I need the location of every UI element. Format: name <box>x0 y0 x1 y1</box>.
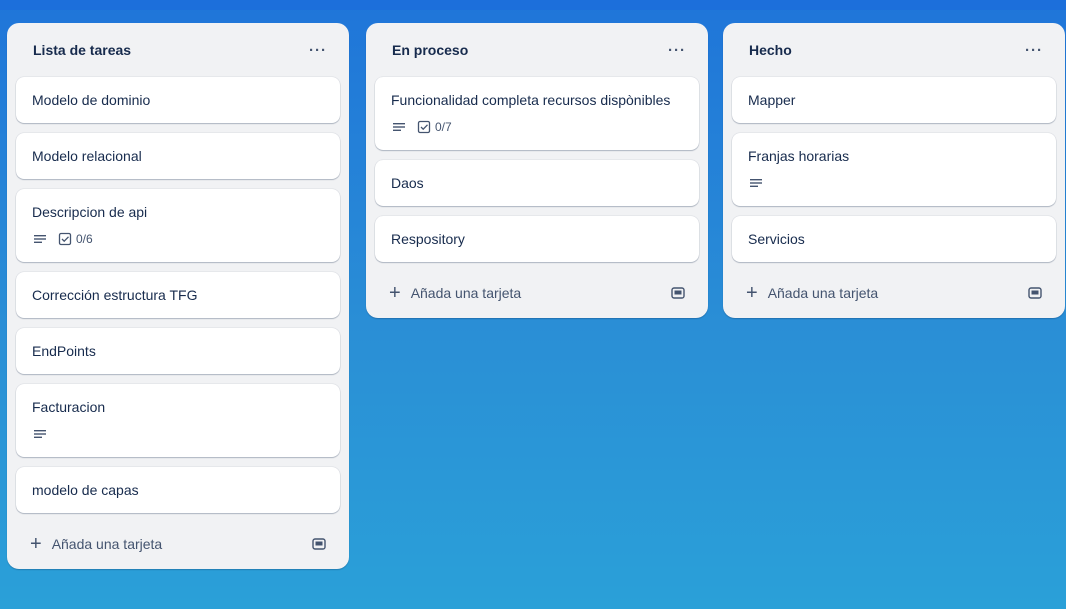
add-card-button[interactable]: + Añada una tarjeta <box>30 534 162 554</box>
template-icon[interactable] <box>308 533 330 555</box>
list-header: Hecho ··· <box>732 23 1056 77</box>
card-title: Corrección estructura TFG <box>32 287 198 303</box>
card[interactable]: Descripcion de api 0/6 <box>16 189 340 262</box>
list-title[interactable]: En proceso <box>392 42 468 58</box>
description-icon <box>748 175 764 191</box>
card[interactable]: Funcionalidad completa recursos dispònib… <box>375 77 699 150</box>
list-title[interactable]: Hecho <box>749 42 792 58</box>
list-menu-button[interactable]: ··· <box>663 36 691 64</box>
card[interactable]: Servicios <box>732 216 1056 262</box>
card[interactable]: Respository <box>375 216 699 262</box>
card-title: Respository <box>391 231 465 247</box>
list-hecho: Hecho ··· Mapper Franjas horarias Servic… <box>723 23 1065 318</box>
template-icon[interactable] <box>1024 282 1046 304</box>
add-card-label: Añada una tarjeta <box>767 285 879 301</box>
plus-icon: + <box>30 533 42 555</box>
checklist-badge: 0/6 <box>58 232 93 246</box>
list-lista-de-tareas: Lista de tareas ··· Modelo de dominio Mo… <box>7 23 349 569</box>
card-title: Mapper <box>748 92 796 108</box>
card[interactable]: Corrección estructura TFG <box>16 272 340 318</box>
plus-icon: + <box>389 282 401 304</box>
card-title: Funcionalidad completa recursos dispònib… <box>391 92 671 108</box>
list-menu-button[interactable]: ··· <box>304 36 332 64</box>
add-card-label: Añada una tarjeta <box>51 536 163 552</box>
card-title: Servicios <box>748 231 805 247</box>
checklist-badge: 0/7 <box>417 120 452 134</box>
card-title: modelo de capas <box>32 482 139 498</box>
list-header: Lista de tareas ··· <box>16 23 340 77</box>
description-icon <box>32 426 48 442</box>
list-footer: + Añada una tarjeta <box>375 268 699 318</box>
list-menu-button[interactable]: ··· <box>1020 36 1048 64</box>
card[interactable]: Daos <box>375 160 699 206</box>
checklist-count: 0/6 <box>76 232 93 246</box>
checklist-count: 0/7 <box>435 120 452 134</box>
card[interactable]: modelo de capas <box>16 467 340 513</box>
card[interactable]: Modelo relacional <box>16 133 340 179</box>
list-footer: + Añada una tarjeta <box>732 268 1056 318</box>
card-title: Descripcion de api <box>32 204 148 220</box>
description-icon <box>32 231 48 247</box>
card-title: Facturacion <box>32 399 106 415</box>
checklist-icon <box>417 120 431 134</box>
card-badges: 0/7 <box>391 115 683 139</box>
card[interactable]: Franjas horarias <box>732 133 1056 206</box>
card-badges <box>748 171 1040 195</box>
list-footer: + Añada una tarjeta <box>16 519 340 569</box>
card-title: Daos <box>391 175 424 191</box>
card[interactable]: Facturacion <box>16 384 340 457</box>
card[interactable]: Modelo de dominio <box>16 77 340 123</box>
description-icon <box>391 119 407 135</box>
board-header-strip <box>0 0 1066 10</box>
board-canvas: Lista de tareas ··· Modelo de dominio Mo… <box>0 0 1066 609</box>
card[interactable]: EndPoints <box>16 328 340 374</box>
template-icon[interactable] <box>667 282 689 304</box>
plus-icon: + <box>746 282 758 304</box>
add-card-label: Añada una tarjeta <box>410 285 522 301</box>
card-title: Modelo relacional <box>32 148 142 164</box>
card-title: Franjas horarias <box>748 148 850 164</box>
card[interactable]: Mapper <box>732 77 1056 123</box>
list-title[interactable]: Lista de tareas <box>33 42 131 58</box>
add-card-button[interactable]: + Añada una tarjeta <box>389 283 521 303</box>
card-badges <box>32 422 324 446</box>
card-title: Modelo de dominio <box>32 92 151 108</box>
list-en-proceso: En proceso ··· Funcionalidad completa re… <box>366 23 708 318</box>
card-badges: 0/6 <box>32 227 324 251</box>
checklist-icon <box>58 232 72 246</box>
add-card-button[interactable]: + Añada una tarjeta <box>746 283 878 303</box>
card-title: EndPoints <box>32 343 96 359</box>
list-header: En proceso ··· <box>375 23 699 77</box>
